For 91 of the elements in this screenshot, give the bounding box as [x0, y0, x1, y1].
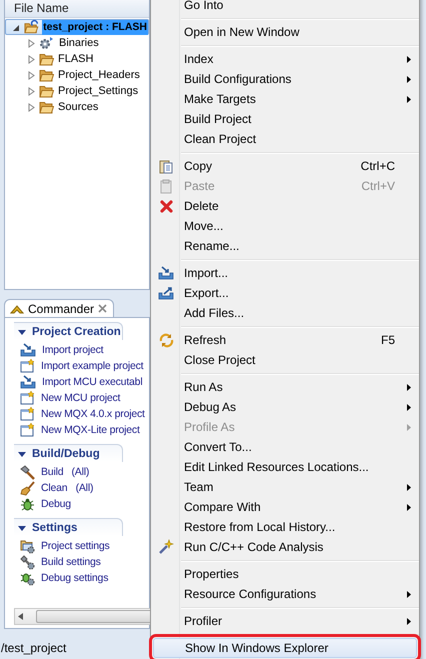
debug-settings-icon	[20, 570, 35, 586]
menu-item[interactable]: Restore from Local History...	[153, 517, 417, 537]
commander-link[interactable]: Import project	[42, 344, 104, 356]
wand-icon	[158, 539, 174, 555]
commander-link[interactable]: Import MCU executabl	[42, 376, 142, 388]
import-icon	[20, 375, 36, 389]
tree-item[interactable]: Project_Settings	[57, 84, 140, 98]
expand-arrow-icon[interactable]	[27, 38, 36, 48]
import-icon	[20, 343, 36, 357]
commander-icon	[10, 304, 24, 314]
commander-link[interactable]: Project settings	[41, 540, 110, 552]
new-project-icon	[20, 423, 35, 437]
commander-link[interactable]: Debug	[41, 498, 71, 510]
folder-icon	[39, 52, 54, 66]
menu-item[interactable]: Close Project	[153, 350, 417, 370]
new-project-icon	[20, 359, 35, 373]
menu-item[interactable]: Build Project	[153, 109, 417, 129]
delete-icon	[160, 200, 172, 212]
menu-item[interactable]: Convert To...	[153, 437, 417, 457]
commander-link[interactable]: New MQX 4.0.x project	[41, 408, 145, 420]
hammer-icon	[20, 464, 35, 480]
shortcut-label: Ctrl+V	[361, 179, 395, 193]
commander-link[interactable]: New MQX-Lite project	[41, 424, 140, 436]
bug-icon	[20, 496, 35, 512]
expand-arrow-icon[interactable]	[27, 102, 36, 112]
menu-item[interactable]: Refresh F5	[153, 330, 417, 350]
collapse-arrow-icon[interactable]	[12, 22, 21, 32]
menu-item[interactable]: Rename...	[153, 236, 417, 256]
commander-link[interactable]: New MCU project	[41, 392, 120, 404]
section-header[interactable]: Settings	[14, 518, 123, 536]
commander-link[interactable]: Debug settings	[41, 572, 108, 584]
tree-item[interactable]: test_project : FLASH	[42, 20, 148, 34]
section-header[interactable]: Project Creation	[14, 322, 123, 340]
menu-item[interactable]: Export...	[153, 283, 417, 303]
export-icon	[158, 286, 174, 300]
project-settings-icon	[20, 538, 35, 554]
gear-icon	[39, 36, 55, 50]
menu-item[interactable]: Clean Project	[153, 129, 417, 149]
shortcut-label: F5	[380, 333, 395, 347]
new-project-icon	[20, 391, 35, 405]
collapse-arrow-icon[interactable]	[18, 450, 26, 458]
horizontal-scrollbar[interactable]	[14, 608, 150, 625]
menu-item[interactable]: Debug As	[153, 397, 417, 417]
import-icon	[158, 266, 174, 280]
menu-item[interactable]: Build Configurations	[153, 69, 417, 89]
tree-item[interactable]: Binaries	[58, 36, 100, 50]
project-folder-icon	[24, 20, 40, 34]
view-tab[interactable]: Commander	[4, 299, 114, 317]
folder-icon	[39, 84, 54, 98]
menu-item[interactable]: Copy Ctrl+C	[153, 156, 417, 176]
menu-item[interactable]: Add Files...	[153, 303, 417, 323]
commander-link[interactable]: Import example project	[41, 360, 144, 372]
commander-link[interactable]: Build settings	[41, 556, 101, 568]
menu-item[interactable]: Make Targets	[153, 89, 417, 109]
menu-item[interactable]: Team	[153, 477, 417, 497]
menu-item[interactable]: Import...	[153, 263, 417, 283]
tree-item[interactable]: Sources	[57, 100, 100, 114]
tree-item[interactable]: FLASH	[57, 52, 94, 66]
broom-icon	[20, 480, 35, 496]
menu-item[interactable]: Run As	[153, 377, 417, 397]
status-text: /test_project	[1, 641, 66, 655]
menu-item[interactable]: Resource Configurations	[153, 584, 417, 604]
folder-icon	[39, 68, 54, 82]
menu-item[interactable]: Move...	[153, 216, 417, 236]
menu-item[interactable]: Run C/C++ Code Analysis	[153, 537, 417, 557]
collapse-arrow-icon[interactable]	[18, 328, 26, 336]
menu-item[interactable]: Properties	[153, 564, 417, 584]
expand-arrow-icon[interactable]	[27, 86, 36, 96]
build-settings-icon	[20, 554, 35, 570]
menu-item[interactable]: Go Into	[153, 0, 417, 15]
expand-arrow-icon[interactable]	[27, 70, 36, 80]
menu-item[interactable]: Index	[153, 49, 417, 69]
commander-link[interactable]: Clean (All)	[41, 482, 94, 494]
paste-icon	[159, 178, 173, 194]
tree-item[interactable]: Project_Headers	[57, 68, 141, 82]
menu-item[interactable]: Delete	[153, 196, 417, 216]
shortcut-label: Ctrl+C	[360, 159, 395, 173]
scroll-left-arrow-icon[interactable]	[18, 613, 24, 620]
collapse-arrow-icon[interactable]	[18, 524, 26, 532]
menu-item[interactable]: Profiler	[153, 611, 417, 631]
close-icon[interactable]	[98, 304, 108, 313]
menu-item[interactable]: Edit Linked Resources Locations...	[153, 457, 417, 477]
commander-link[interactable]: Build (All)	[41, 466, 90, 478]
folder-icon	[39, 100, 54, 114]
section-header[interactable]: Build/Debug	[14, 444, 123, 462]
menu-item[interactable]: Compare With	[153, 497, 417, 517]
expand-arrow-icon[interactable]	[27, 54, 36, 64]
new-project-icon	[20, 407, 35, 421]
refresh-icon	[158, 332, 174, 348]
copy-icon	[159, 158, 173, 174]
menu-item[interactable]: Open in New Window	[153, 22, 417, 42]
